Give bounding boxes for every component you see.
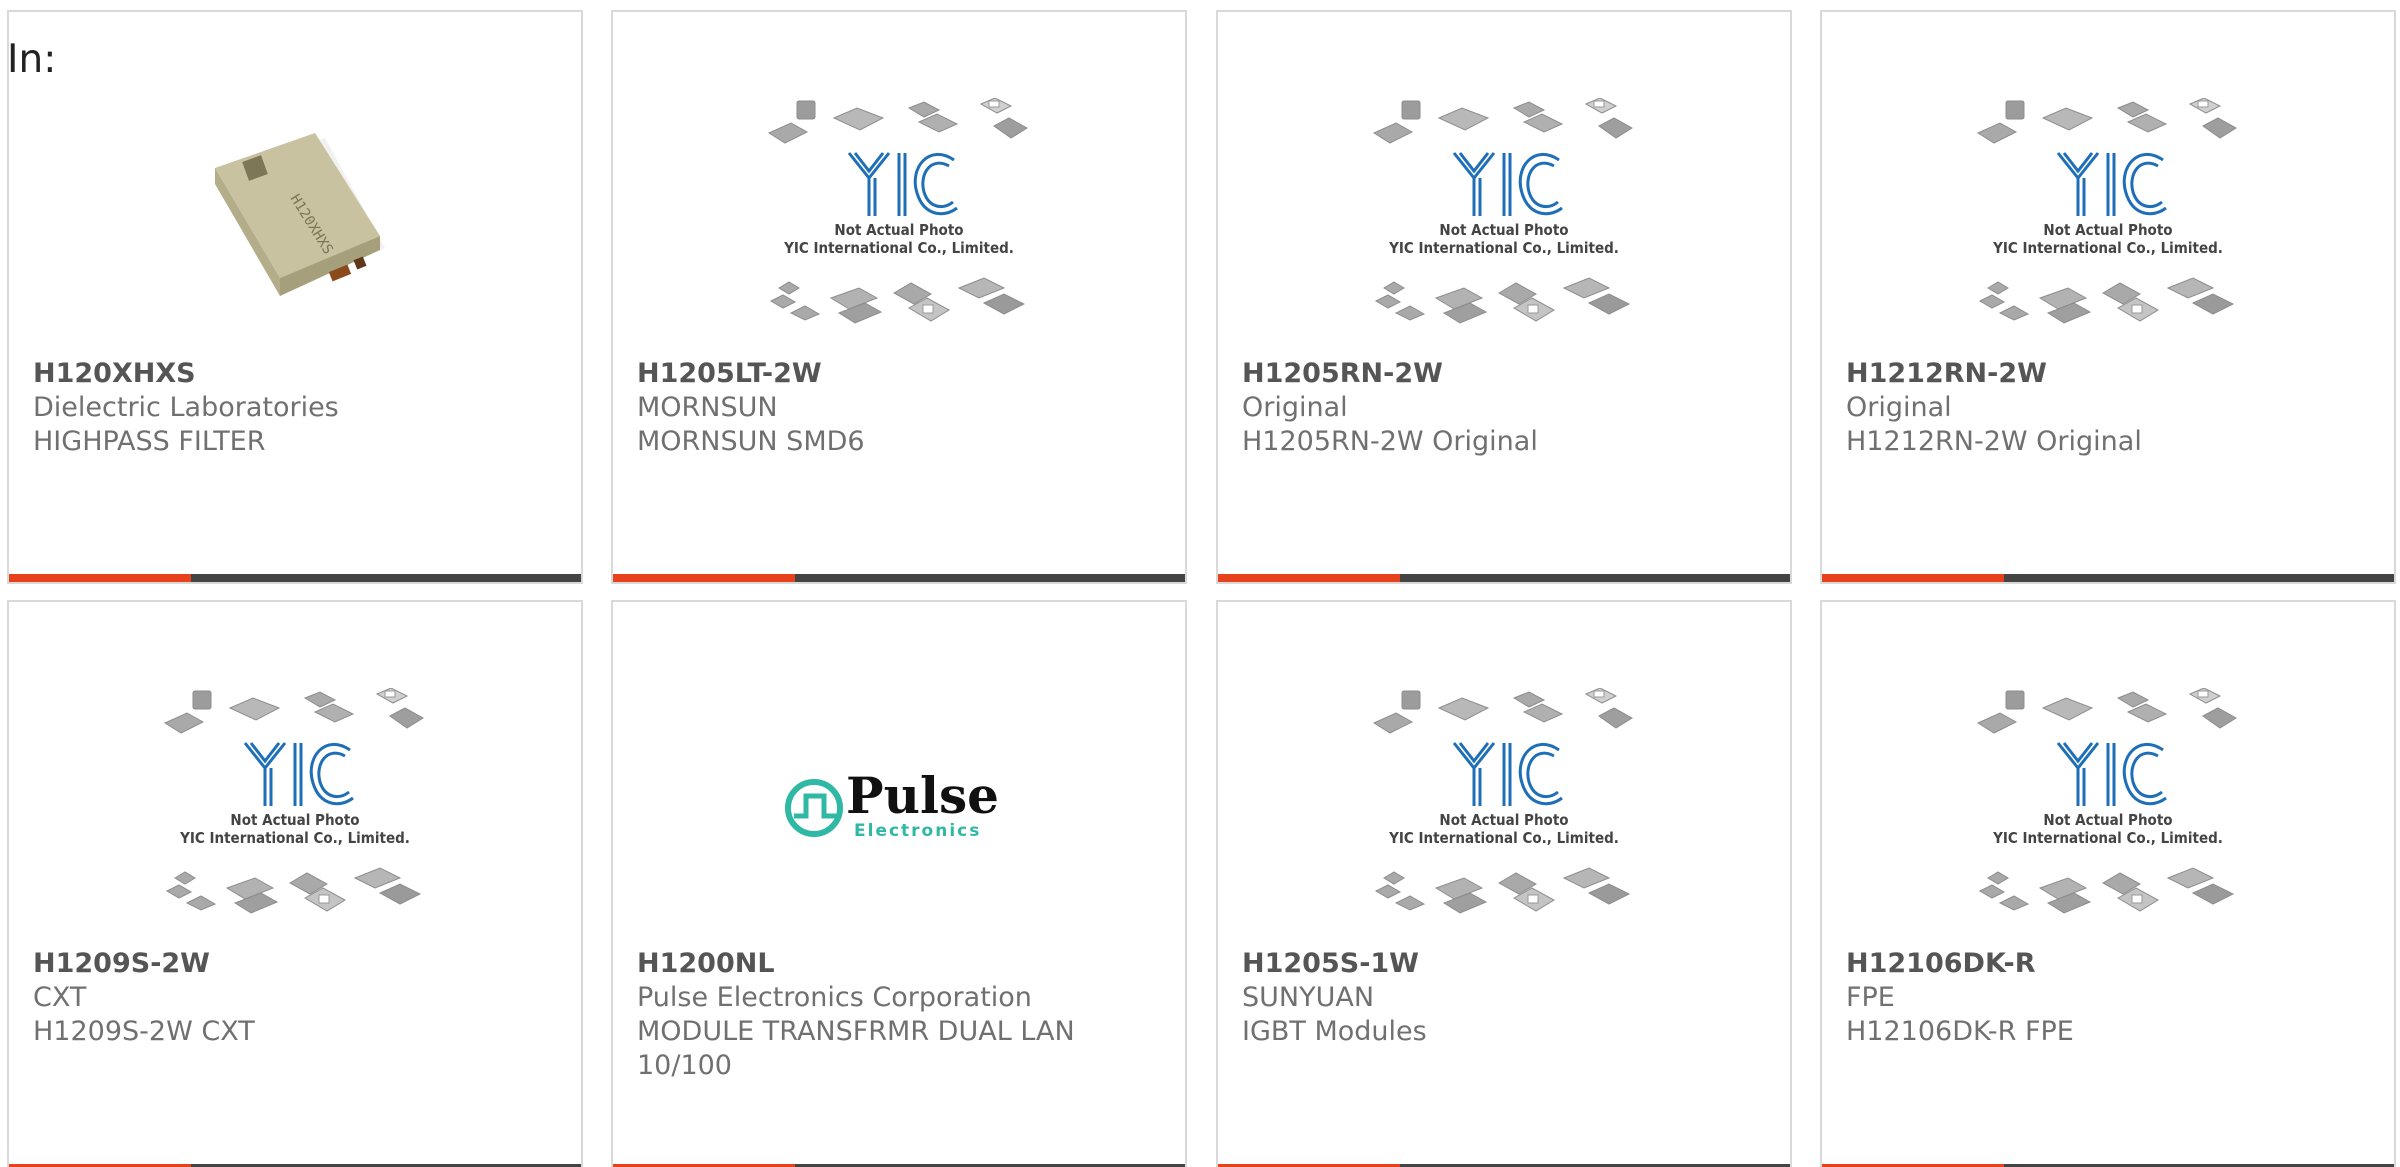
yic-placeholder-image: Not Actual Photo YIC International Co., … bbox=[163, 688, 424, 914]
card-footer-bar bbox=[9, 574, 581, 582]
product-thumbnail[interactable]: Not Actual Photo YIC International Co., … bbox=[1822, 78, 2394, 358]
yic-company-text: YIC International Co., Limited. bbox=[1992, 239, 2223, 257]
pulse-electronics-logo: Pulse Electronics bbox=[785, 768, 999, 841]
part-number[interactable]: H1205S-1W bbox=[1242, 947, 1766, 981]
manufacturer: FPE bbox=[1846, 982, 1895, 1013]
yic-placeholder-image: Not Actual Photo YIC International Co., … bbox=[1372, 98, 1633, 324]
card-footer-accent bbox=[1218, 574, 1400, 582]
product-card[interactable]: Pulse Electronics H1200NL Pulse Electroni… bbox=[611, 600, 1187, 1167]
product-card[interactable]: Not Actual Photo YIC International Co., … bbox=[1820, 600, 2396, 1167]
product-card[interactable]: Not Actual Photo YIC International Co., … bbox=[1216, 10, 1792, 584]
product-thumbnail[interactable]: Pulse Electronics bbox=[613, 668, 1185, 948]
description: H1212RN-2W Original bbox=[1846, 426, 2142, 457]
product-thumbnail[interactable]: Not Actual Photo YIC International Co., … bbox=[1218, 78, 1790, 358]
manufacturer: Original bbox=[1242, 392, 1348, 423]
not-actual-photo-text: Not Actual Photo bbox=[1439, 221, 1568, 239]
not-actual-photo-text: Not Actual Photo bbox=[230, 811, 359, 829]
card-footer-accent bbox=[9, 574, 191, 582]
product-thumbnail[interactable]: Not Actual Photo YIC International Co., … bbox=[613, 78, 1185, 358]
pulse-logo-word: Pulse bbox=[846, 768, 999, 825]
product-card[interactable]: Not Actual Photo YIC International Co., … bbox=[7, 600, 583, 1167]
manufacturer: Original bbox=[1846, 392, 1952, 423]
product-info: H12106DK-R FPE H12106DK-R FPE bbox=[1846, 947, 2370, 1049]
manufacturer: Dielectric Laboratories bbox=[33, 392, 339, 423]
description: HIGHPASS FILTER bbox=[33, 426, 266, 457]
product-info: H1205S-1W SUNYUAN IGBT Modules bbox=[1242, 947, 1766, 1049]
yic-placeholder-image: Not Actual Photo YIC International Co., … bbox=[767, 98, 1028, 324]
part-number[interactable]: H120XHXS bbox=[33, 357, 557, 391]
description: IGBT Modules bbox=[1242, 1016, 1427, 1047]
description: H12106DK-R FPE bbox=[1846, 1016, 2074, 1047]
product-card[interactable]: Not Actual Photo YIC International Co., … bbox=[1216, 600, 1792, 1167]
part-number[interactable]: H1205RN-2W bbox=[1242, 357, 1766, 391]
yic-placeholder-image: Not Actual Photo YIC International Co., … bbox=[1976, 688, 2237, 914]
product-info: H1209S-2W CXT H1209S-2W CXT bbox=[33, 947, 557, 1049]
in-label: In: bbox=[7, 37, 57, 82]
description: H1209S-2W CXT bbox=[33, 1016, 255, 1047]
yic-company-text: YIC International Co., Limited. bbox=[1992, 829, 2223, 847]
description: MORNSUN SMD6 bbox=[637, 426, 865, 457]
description: MODULE TRANSFRMR DUAL LAN 10/100 bbox=[637, 1016, 1075, 1081]
product-thumbnail[interactable]: Not Actual Photo YIC International Co., … bbox=[1822, 668, 2394, 948]
product-thumbnail[interactable]: Not Actual Photo YIC International Co., … bbox=[9, 668, 581, 948]
product-info: H1212RN-2W Original H1212RN-2W Original bbox=[1846, 357, 2370, 459]
product-card[interactable]: Not Actual Photo YIC International Co., … bbox=[611, 10, 1187, 584]
yic-company-text: YIC International Co., Limited. bbox=[179, 829, 410, 847]
part-number[interactable]: H12106DK-R bbox=[1846, 947, 2370, 981]
pulse-logo-sub: Electronics bbox=[854, 821, 981, 841]
part-number[interactable]: H1209S-2W bbox=[33, 947, 557, 981]
card-footer-bar bbox=[613, 574, 1185, 582]
product-listing-page: In: H120XHXS H120XHXS Dielectric Laborato… bbox=[0, 0, 2400, 1167]
manufacturer: Pulse Electronics Corporation bbox=[637, 982, 1032, 1013]
manufacturer: MORNSUN bbox=[637, 392, 778, 423]
product-grid: H120XHXS H120XHXS Dielectric Laboratories… bbox=[0, 0, 2400, 1167]
card-footer-bar bbox=[1822, 574, 2394, 582]
yic-company-text: YIC International Co., Limited. bbox=[783, 239, 1014, 257]
component-photo: H120XHXS bbox=[195, 118, 395, 318]
manufacturer: CXT bbox=[33, 982, 87, 1013]
part-number[interactable]: H1212RN-2W bbox=[1846, 357, 2370, 391]
not-actual-photo-text: Not Actual Photo bbox=[2043, 221, 2172, 239]
manufacturer: SUNYUAN bbox=[1242, 982, 1375, 1013]
not-actual-photo-text: Not Actual Photo bbox=[1439, 811, 1568, 829]
card-footer-bar bbox=[1218, 574, 1790, 582]
yic-placeholder-image: Not Actual Photo YIC International Co., … bbox=[1372, 688, 1633, 914]
not-actual-photo-text: Not Actual Photo bbox=[834, 221, 963, 239]
card-footer-accent bbox=[1822, 574, 2004, 582]
product-info: H120XHXS Dielectric Laboratories HIGHPASS … bbox=[33, 357, 557, 459]
yic-placeholder-image: Not Actual Photo YIC International Co., … bbox=[1976, 98, 2237, 324]
part-number[interactable]: H1205LT-2W bbox=[637, 357, 1161, 391]
card-footer-accent bbox=[613, 574, 795, 582]
product-info: H1200NL Pulse Electronics Corporation MODU… bbox=[637, 947, 1161, 1083]
product-thumbnail[interactable]: Not Actual Photo YIC International Co., … bbox=[1218, 668, 1790, 948]
part-number[interactable]: H1200NL bbox=[637, 947, 1161, 981]
product-info: H1205LT-2W MORNSUN MORNSUN SMD6 bbox=[637, 357, 1161, 459]
yic-company-text: YIC International Co., Limited. bbox=[1388, 239, 1619, 257]
yic-company-text: YIC International Co., Limited. bbox=[1388, 829, 1619, 847]
not-actual-photo-text: Not Actual Photo bbox=[2043, 811, 2172, 829]
product-card[interactable]: H120XHXS H120XHXS Dielectric Laboratories… bbox=[7, 10, 583, 584]
product-thumbnail[interactable]: H120XHXS bbox=[9, 78, 581, 358]
product-card[interactable]: Not Actual Photo YIC International Co., … bbox=[1820, 10, 2396, 584]
product-info: H1205RN-2W Original H1205RN-2W Original bbox=[1242, 357, 1766, 459]
description: H1205RN-2W Original bbox=[1242, 426, 1538, 457]
